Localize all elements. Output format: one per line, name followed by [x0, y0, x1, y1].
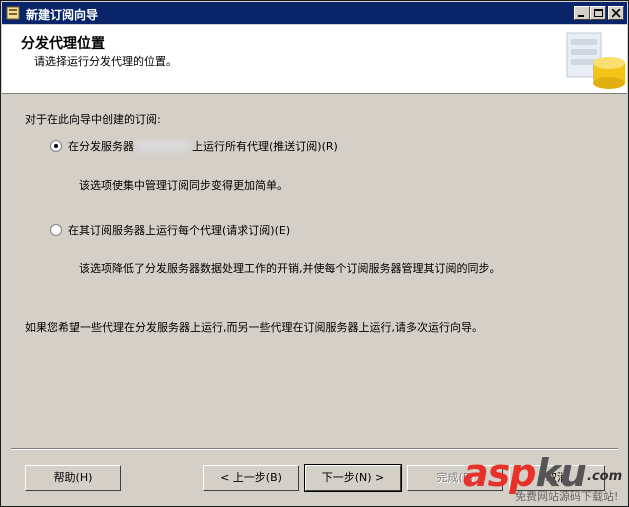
server-name-redacted	[136, 140, 190, 152]
radio-selected-dot	[54, 144, 58, 148]
wizard-header: 分发代理位置 请选择运行分发代理的位置。	[2, 25, 627, 94]
footer-separator	[11, 448, 618, 450]
cancel-button[interactable]: 取消	[509, 465, 605, 491]
pull-description: 该选项降低了分发服务器数据处理工作的开销,并使每个订阅服务器管理其订阅的同步。	[79, 262, 501, 275]
finish-button[interactable]: 完成(F)	[407, 465, 503, 491]
pull-subscription-label[interactable]: 在其订阅服务器上运行每个代理(请求订阅)(E)	[68, 222, 290, 238]
minimize-icon	[578, 15, 584, 17]
app-icon	[6, 5, 22, 21]
wizard-window: 新建订阅向导 分发代理位置 请选择运行分发代理的位置。 对于在此向导中创建的订阅…	[0, 0, 629, 507]
close-icon	[612, 9, 621, 18]
wizard-content: 对于在此向导中创建的订阅: 在分发服务器 上运行所有代理(推送订阅)(R) 该选项…	[2, 94, 627, 444]
push-subscription-radio[interactable]	[50, 140, 62, 152]
push-label-after: 上运行所有代理(推送订阅)(R)	[192, 140, 338, 153]
footnote-text: 如果您希望一些代理在分发服务器上运行,而另一些代理在订阅服务器上运行,请多次运行…	[25, 321, 483, 334]
window-title: 新建订阅向导	[26, 8, 99, 22]
prompt-label: 对于在此向导中创建的订阅:	[25, 113, 161, 126]
push-label-before: 在分发服务器	[68, 140, 134, 153]
maximize-button[interactable]	[590, 6, 606, 20]
pull-subscription-radio[interactable]	[50, 224, 62, 236]
back-button[interactable]: < 上一步(B)	[203, 465, 299, 491]
database-graphic-icon	[566, 32, 625, 89]
minimize-button[interactable]	[574, 6, 590, 20]
maximize-icon	[594, 9, 603, 17]
page-title: 分发代理位置	[21, 36, 105, 52]
next-button[interactable]: 下一步(N) >	[304, 464, 402, 492]
push-description: 该选项使集中管理订阅同步变得更加简单。	[79, 179, 288, 192]
close-button[interactable]	[608, 6, 624, 20]
push-subscription-label[interactable]: 在分发服务器 上运行所有代理(推送订阅)(R)	[68, 138, 338, 154]
title-bar[interactable]: 新建订阅向导	[2, 2, 627, 24]
page-subtitle: 请选择运行分发代理的位置。	[34, 55, 177, 68]
help-button[interactable]: 帮助(H)	[25, 465, 121, 491]
